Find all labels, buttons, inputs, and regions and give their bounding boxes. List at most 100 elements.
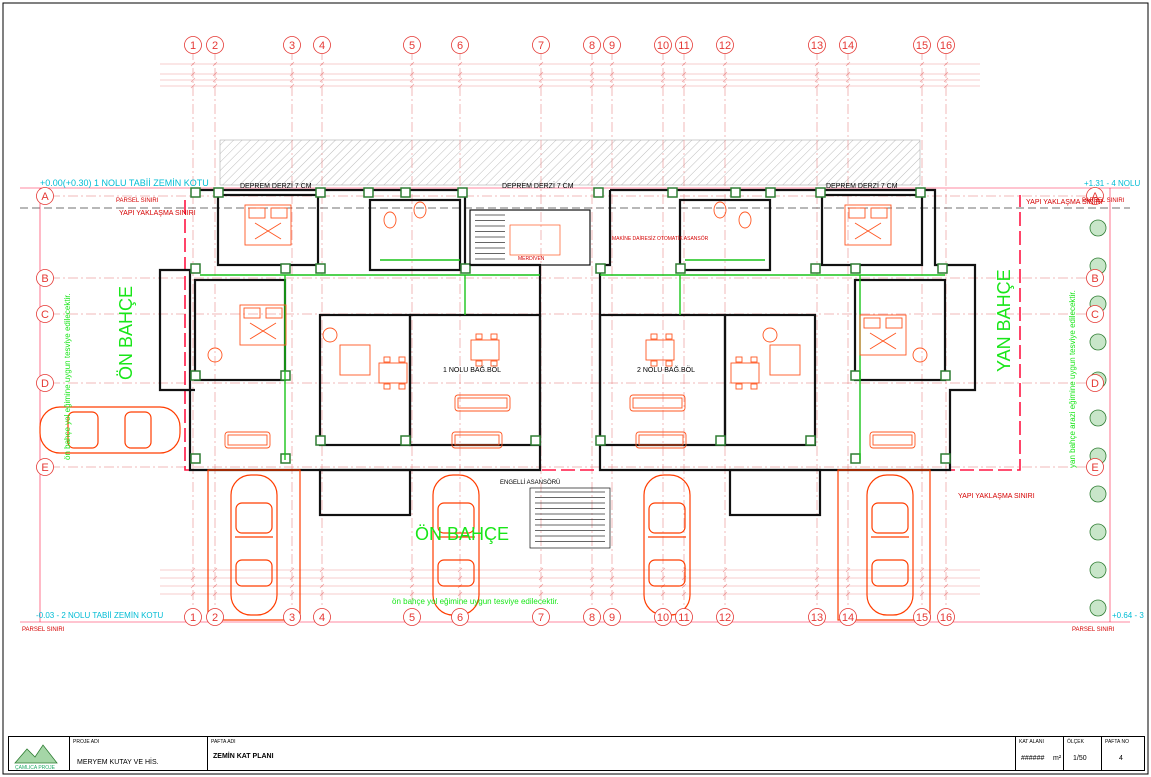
- grid-bubble-col-5: 5: [403, 608, 421, 626]
- expansion-joint-right: DEPREM DERZİ 7 CM: [826, 181, 898, 190]
- grid-label-col: 12: [719, 612, 731, 624]
- grid-label-col: 16: [940, 40, 952, 52]
- floor-plan-drawing: 1122334455667788991010111112121313141415…: [2, 2, 1149, 775]
- grid-bubble-row-C: C: [1086, 305, 1104, 323]
- machine-lift-label: MAKİNE DAİRESİZ OTOMATİK ASANSÖR: [612, 235, 709, 242]
- grid-bubble-col-7: 7: [532, 36, 550, 54]
- sheet-border: [2, 2, 1149, 775]
- grid-label-row: D: [1091, 378, 1099, 390]
- grid-bubble-col-10: 10: [654, 36, 672, 54]
- grid-bubble-col-5: 5: [403, 36, 421, 54]
- area-value: ######: [1021, 755, 1045, 762]
- grid-bubble-col-6: 6: [451, 36, 469, 54]
- sheet-no-value: 4: [1119, 755, 1123, 762]
- grid-bubble-col-1: 1: [184, 36, 202, 54]
- owner-name: MERYEM KUTAY VE HİS.: [77, 759, 159, 766]
- grid-label-col: 12: [719, 40, 731, 52]
- grid-bubble-row-D: D: [1086, 374, 1104, 392]
- tb-scale: ÖLÇEK 1/50: [1063, 737, 1102, 770]
- grid-label-col: 16: [940, 612, 952, 624]
- grid-label-col: 6: [457, 612, 463, 624]
- grid-bubble-col-2: 2: [206, 36, 224, 54]
- setback-top-right: YAPI YAKLAŞMA SINIRI: [1026, 199, 1103, 206]
- grid-bubble-col-15: 15: [913, 608, 931, 626]
- grid-bubble-col-12: 12: [716, 608, 734, 626]
- grid-bubble-row-B: B: [36, 269, 54, 287]
- grid-bubble-row-B: B: [1086, 269, 1104, 287]
- grid-label-col: 15: [916, 612, 928, 624]
- grid-bubble-col-14: 14: [839, 608, 857, 626]
- grid-bubble-row-E: E: [36, 458, 54, 476]
- grid-label-col: 4: [319, 612, 325, 624]
- right-note: yan bahçe arazi eğimine uygun tesviye ed…: [1068, 290, 1077, 468]
- tb-sheet: PAFTA ADI ZEMİN KAT PLANI: [207, 737, 1016, 770]
- grid-bubble-col-13: 13: [808, 36, 826, 54]
- grid-label-col: 5: [409, 40, 415, 52]
- grid-label-row: D: [41, 378, 49, 390]
- grid-bubble-row-A: A: [36, 187, 54, 205]
- grid-label-col: 2: [212, 612, 218, 624]
- grid-bubble-col-9: 9: [603, 36, 621, 54]
- grid-label-col: 10: [657, 40, 669, 52]
- logo-text: ÇAMLICA PROJE: [15, 765, 56, 771]
- grid-label-col: 1: [190, 612, 196, 624]
- level-bottom-left: -0.03 - 2 NOLU TABİİ ZEMİN KOTU: [36, 611, 164, 620]
- grid-label-col: 14: [842, 612, 854, 624]
- grid-bubble-col-10: 10: [654, 608, 672, 626]
- grid-label-col: 3: [289, 612, 295, 624]
- grid-bubble-col-11: 11: [675, 36, 693, 54]
- setback-top-left: YAPI YAKLAŞMA SINIRI: [119, 210, 196, 217]
- grid-bubble-col-13: 13: [808, 608, 826, 626]
- partitions: [200, 259, 945, 460]
- grid-label-col: 9: [609, 40, 615, 52]
- terrace-hatch: [219, 139, 921, 186]
- grid-bubble-col-11: 11: [675, 608, 693, 626]
- grid-label-col: 11: [678, 612, 689, 624]
- grid-bubble-col-4: 4: [313, 36, 331, 54]
- tb-area: KAT ALANI ###### m²: [1015, 737, 1064, 770]
- grid-bubble-col-7: 7: [532, 608, 550, 626]
- parsel-bottom-right: PARSEL SINIRI: [1072, 627, 1115, 633]
- grid-bubble-row-C: C: [36, 305, 54, 323]
- stair-label: MERDİVEN: [518, 255, 545, 262]
- grid-bubble-col-4: 4: [313, 608, 331, 626]
- grid-label-col: 1: [190, 40, 196, 52]
- lift-label: ENGELLİ ASANSÖRÜ: [500, 479, 560, 486]
- grid-bubble-col-8: 8: [583, 608, 601, 626]
- front-garden-bottom: ÖN BAHÇE: [415, 524, 509, 544]
- expansion-joint-center: DEPREM DERZİ 7 CM: [502, 181, 574, 190]
- grid-bubble-row-D: D: [36, 374, 54, 392]
- grid-label-col: 13: [811, 40, 823, 52]
- grid-label-row: E: [41, 462, 48, 474]
- structural-columns: [190, 187, 951, 464]
- sheet-label: PAFTA ADI: [211, 739, 236, 745]
- area-label: KAT ALANI: [1019, 739, 1044, 745]
- grid-label-col: 7: [538, 40, 544, 52]
- level-bottom-right: +0.64 - 3: [1112, 611, 1144, 620]
- grid-bubble-col-6: 6: [451, 608, 469, 626]
- front-garden-left: ÖN BAHÇE: [116, 286, 136, 380]
- grid-label-col: 13: [811, 612, 823, 624]
- setback-bottom: YAPI YAKLAŞMA SINIRI: [958, 493, 1035, 500]
- grid-label-col: 4: [319, 40, 325, 52]
- left-note: ön bahçe yol eğimine uygun tesviye edile…: [63, 293, 72, 460]
- grid-label-col: 6: [457, 40, 463, 52]
- tb-project: PROJE ADI MERYEM KUTAY VE HİS.: [69, 737, 208, 770]
- grid-bubble-col-2: 2: [206, 608, 224, 626]
- grid-bubble-col-9: 9: [603, 608, 621, 626]
- grid-label-row: C: [1091, 309, 1099, 321]
- grid-label-col: 14: [842, 40, 854, 52]
- grid-bubble-col-3: 3: [283, 608, 301, 626]
- grid-label-col: 8: [589, 612, 595, 624]
- grid-bubble-col-3: 3: [283, 36, 301, 54]
- grid-bubble-row-E: E: [1086, 458, 1104, 476]
- sheet-name: ZEMİN KAT PLANI: [213, 753, 274, 760]
- scale-value: 1/50: [1073, 755, 1087, 762]
- grid-label-row: B: [1091, 273, 1098, 285]
- parsel-bottom-left: PARSEL SINIRI: [22, 627, 65, 633]
- grid-bubble-col-14: 14: [839, 36, 857, 54]
- unit-2-label: 2 NOLU BAĞ.BÖL: [637, 365, 695, 374]
- tb-logo: ÇAMLICA PROJE: [9, 737, 70, 771]
- grid-label-row: E: [1091, 462, 1098, 474]
- grid-label-col: 8: [589, 40, 595, 52]
